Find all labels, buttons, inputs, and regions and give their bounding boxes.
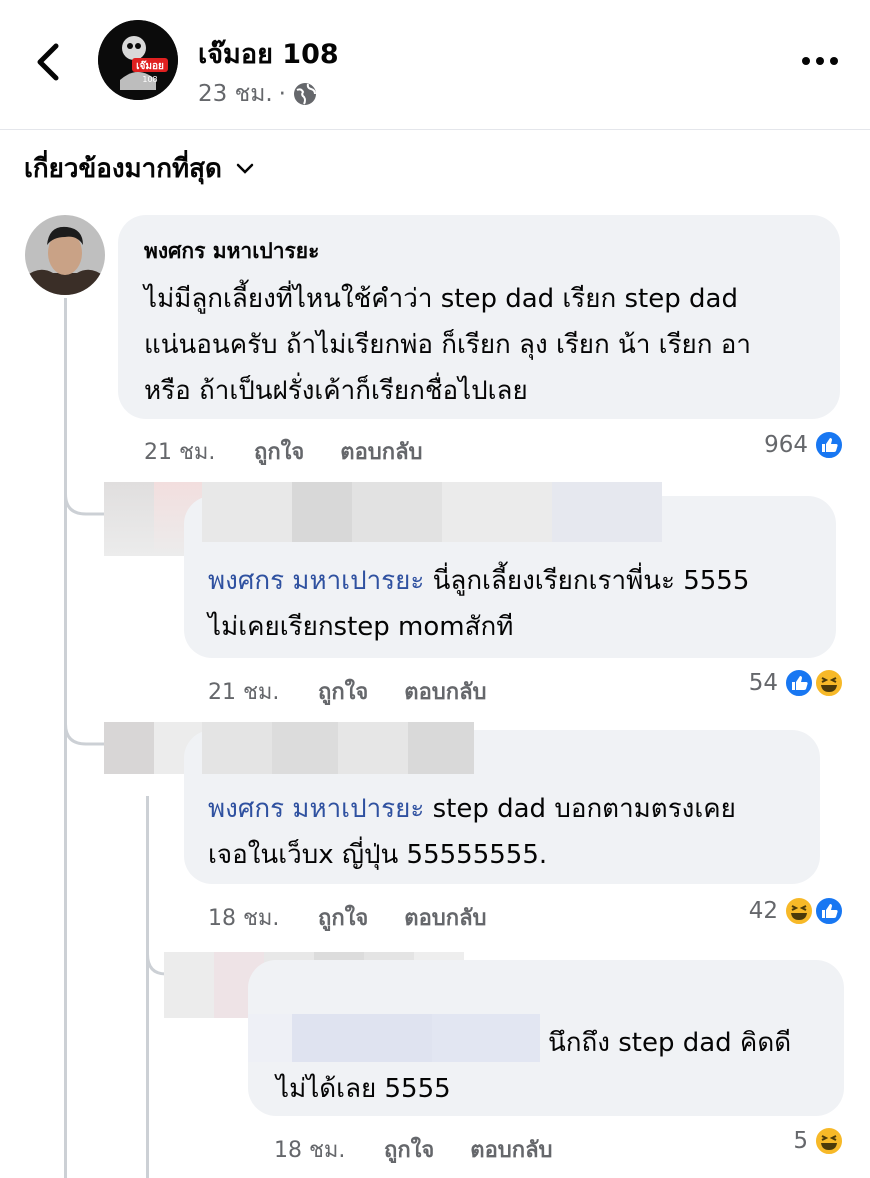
reply-time[interactable]: 18 ชม. — [274, 1132, 384, 1167]
reaction-summary[interactable]: 5 — [793, 1124, 846, 1158]
page-avatar[interactable]: เจ๊มอย 108 — [98, 20, 178, 100]
logo-number: 108 — [142, 75, 157, 84]
reply-bubble[interactable]: พงศกร มหาเปารยะ step dad บอกตามตรงเคย เจ… — [184, 722, 820, 884]
reply-button[interactable]: ตอบกลับ — [340, 434, 422, 469]
haha-reaction-icon — [812, 1124, 846, 1158]
post-time[interactable]: 23 ชม. — [198, 76, 273, 112]
logo-text: เจ๊มอย — [136, 60, 164, 72]
mention-tag[interactable]: พงศกร มหาเปารยะ — [208, 566, 424, 596]
like-button[interactable]: ถูกใจ — [318, 900, 368, 935]
reaction-summary[interactable]: 42 — [749, 894, 846, 928]
commenter-name[interactable]: พงศกร มหาเปารยะ — [144, 235, 814, 268]
thread-line-sub — [146, 796, 149, 1178]
reply-button[interactable]: ตอบกลับ — [404, 674, 486, 709]
sort-label: เกี่ยวข้องมากที่สุด — [24, 154, 222, 184]
comment-time[interactable]: 21 ชม. — [144, 434, 254, 469]
like-reaction-icon — [812, 894, 846, 928]
reply-text: นึกถึง step dad คิดดี — [548, 1020, 822, 1066]
post-header: เจ๊มอย 108 เจ๊มอย 108 23 ชม. · — [0, 0, 870, 130]
reply-actions: 21 ชม. ถูกใจ ตอบกลับ — [208, 674, 523, 709]
reply-time[interactable]: 18 ชม. — [208, 900, 318, 935]
reply-line: นึกถึง step dad คิดดี — [548, 1028, 792, 1058]
haha-reaction-icon — [812, 666, 846, 700]
reaction-count: 964 — [764, 432, 808, 458]
reaction-count: 42 — [748, 898, 778, 924]
chevron-left-icon — [37, 43, 59, 81]
globe-icon — [293, 83, 316, 105]
person-photo-icon — [25, 215, 105, 295]
reply-text: พงศกร มหาเปารยะ นี่ลูกเลี้ยงเรียกเราพี่น… — [208, 558, 814, 650]
comment-line: ไม่มีลูกเลี้ยงที่ไหนใช้คำว่า step dad เร… — [144, 284, 738, 314]
reply-bubble[interactable]: พงศกร มหาเปารยะ นี่ลูกเลี้ยงเรียกเราพี่น… — [184, 482, 836, 658]
blurred-name — [202, 482, 662, 542]
reaction-summary[interactable]: 54 — [749, 666, 846, 700]
reply-line: ไม่เคยเรียกstep momสักที — [208, 612, 514, 642]
reply-button[interactable]: ตอบกลับ — [404, 900, 486, 935]
reaction-count: 5 — [793, 1128, 808, 1154]
like-button[interactable]: ถูกใจ — [318, 674, 368, 709]
chevron-down-icon — [236, 163, 254, 174]
reaction-summary[interactable]: 964 — [764, 428, 846, 462]
reply-button[interactable]: ตอบกลับ — [470, 1132, 552, 1167]
reply-line: พงศกร มหาเปารยะ นี่ลูกเลี้ยงเรียกเราพี่น… — [208, 566, 750, 596]
reply-text: พงศกร มหาเปารยะ step dad บอกตามตรงเคย เจ… — [208, 786, 798, 878]
reply-actions: 18 ชม. ถูกใจ ตอบกลับ — [274, 1132, 589, 1167]
comment-bubble[interactable]: พงศกร มหาเปารยะ ไม่มีลูกเลี้ยงที่ไหนใช้ค… — [118, 215, 840, 419]
comment-actions: 21 ชม. ถูกใจ ตอบกลับ — [144, 434, 459, 469]
page-name[interactable]: เจ๊มอย 108 — [198, 32, 339, 75]
reply-line: พงศกร มหาเปารยะ step dad บอกตามตรงเคย — [208, 794, 736, 824]
comment-line: แน่นอนครับ ถ้าไม่เรียกพ่อ ก็เรียก ลุง เร… — [144, 330, 751, 360]
reply-line: ไม่ได้เลย 5555 — [276, 1074, 451, 1104]
like-reaction-icon — [812, 428, 846, 462]
more-dots-icon — [802, 57, 838, 65]
blurred-name — [202, 722, 474, 774]
more-options-button[interactable] — [798, 46, 842, 76]
reply-time[interactable]: 21 ชม. — [208, 674, 318, 709]
page-logo: เจ๊มอย 108 — [98, 20, 178, 100]
haha-reaction-icon — [782, 894, 816, 928]
back-button[interactable] — [30, 40, 70, 84]
reply-bubble[interactable]: นึกถึง step dad คิดดี ไม่ได้เลย 5555 — [248, 960, 844, 1116]
sort-dropdown[interactable]: เกี่ยวข้องมากที่สุด — [24, 148, 254, 189]
post-meta: 23 ชม. · — [198, 76, 318, 112]
reply-actions: 18 ชม. ถูกใจ ตอบกลับ — [208, 900, 523, 935]
comment-line: หรือ ถ้าเป็นฝรั่งเค้าก็เรียกชื่อไปเลย — [144, 376, 528, 406]
comment-text: ไม่มีลูกเลี้ยงที่ไหนใช้คำว่า step dad เร… — [144, 276, 814, 414]
like-button[interactable]: ถูกใจ — [384, 1132, 434, 1167]
like-button[interactable]: ถูกใจ — [254, 434, 304, 469]
reply-line: เจอในเว็บx ญี่ปุ่น 55555555. — [208, 840, 548, 870]
meta-separator: · — [278, 81, 286, 107]
blurred-name — [248, 1014, 540, 1062]
mention-tag[interactable]: พงศกร มหาเปารยะ — [208, 794, 424, 824]
like-reaction-icon — [782, 666, 816, 700]
commenter-avatar[interactable] — [25, 215, 105, 295]
reaction-count: 54 — [748, 670, 778, 696]
